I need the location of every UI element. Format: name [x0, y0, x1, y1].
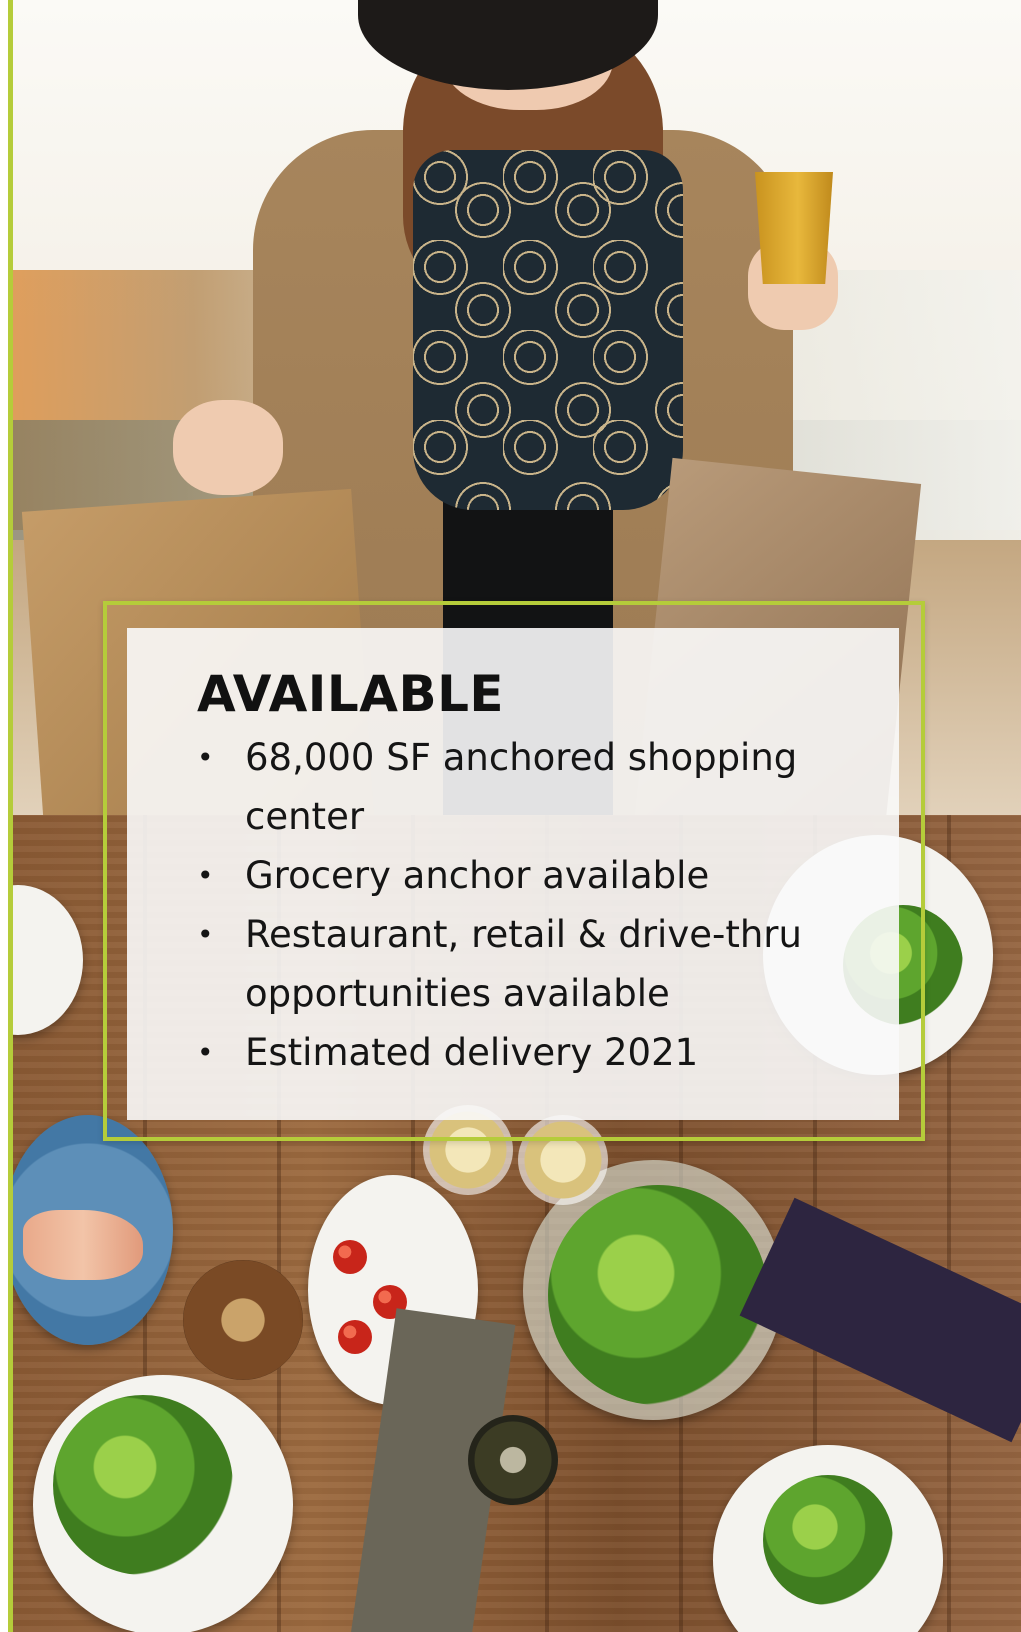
- left-hand: [173, 400, 283, 495]
- plate-left-edge: [13, 885, 83, 1035]
- bullet-icon: •: [197, 1036, 214, 1069]
- list-item-text: Restaurant, retail & drive-thru opportun…: [245, 913, 802, 1015]
- bullet-icon: •: [197, 859, 214, 892]
- brochure-page: AVAILABLE • 68,000 SF anchored shopping …: [0, 0, 1021, 1632]
- food-bowl: [183, 1260, 303, 1380]
- availability-panel: AVAILABLE • 68,000 SF anchored shopping …: [127, 628, 899, 1120]
- bullet-icon: •: [197, 918, 214, 951]
- arm-right-sleeve: [739, 1197, 1021, 1443]
- accent-vertical-rule: [8, 0, 13, 1632]
- coffee-cup: [755, 172, 833, 284]
- woman-scarf: [413, 150, 683, 510]
- availability-list: • 68,000 SF anchored shopping center • G…: [197, 728, 877, 1082]
- salmon-steak: [23, 1210, 143, 1280]
- list-item: • Restaurant, retail & drive-thru opport…: [197, 905, 877, 1023]
- list-item: • Grocery anchor available: [197, 846, 877, 905]
- list-item: • Estimated delivery 2021: [197, 1023, 877, 1082]
- salad-greens: [548, 1185, 768, 1405]
- tomato: [333, 1240, 367, 1274]
- wine-bottle: [468, 1415, 558, 1505]
- panel-title: AVAILABLE: [197, 665, 505, 723]
- list-item-text: 68,000 SF anchored shopping center: [245, 736, 798, 838]
- list-item-text: Estimated delivery 2021: [245, 1031, 699, 1074]
- list-item-text: Grocery anchor available: [245, 854, 710, 897]
- salad-lower-left: [53, 1395, 233, 1575]
- salad-lower-right: [763, 1475, 893, 1605]
- tomato: [338, 1320, 372, 1354]
- bullet-icon: •: [197, 741, 214, 774]
- list-item: • 68,000 SF anchored shopping center: [197, 728, 877, 846]
